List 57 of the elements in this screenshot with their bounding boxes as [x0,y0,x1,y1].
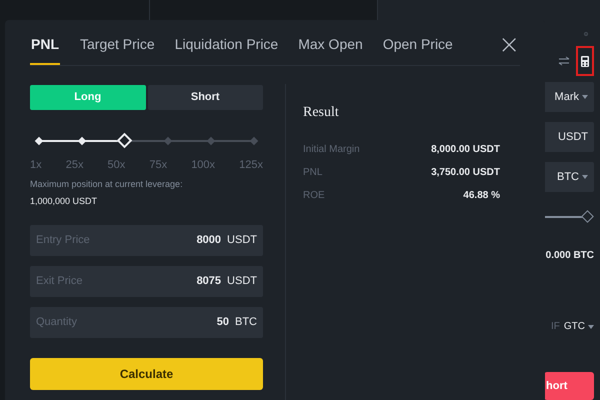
result-title: Result [303,104,340,122]
size-value: 0.000 BTC [546,249,594,263]
leverage-tick-label: 125x [239,158,263,173]
field-label: Quantity [36,314,78,330]
short-button[interactable]: hort [544,372,594,400]
leverage-tick-label: 1x [30,158,42,173]
leverage-tick-label: 100x [191,158,216,173]
input-field[interactable]: Quantity 50 BTC [30,306,263,338]
result-value: 8,000.00 USDT [431,143,500,157]
slider-step-icon [206,136,216,146]
field-value: 8000 [196,232,222,248]
result-value: 3,750.00 USDT [431,166,500,180]
tab[interactable]: Liquidation Price [174,24,278,65]
leverage-tick-label: 25x [66,158,84,173]
tab[interactable]: Target Price [80,24,155,65]
caret-icon [588,324,594,328]
field-label: Entry Price [36,232,91,248]
field-value: 8075 [196,274,222,289]
slider-step-icon [34,136,44,146]
input-field[interactable]: BTC [542,162,594,192]
leverage-tick-label: 50x [108,158,126,173]
unit-label: USDT [558,130,588,145]
slider-step-icon [164,136,172,146]
slider-step-icon [78,136,86,146]
tab[interactable]: PNL [30,24,60,65]
field-label: Exit Price [36,274,84,289]
input-field[interactable]: Entry Price 8000 USDT [30,224,263,256]
caret-icon [582,175,588,179]
result-value: 46.88 % [463,189,500,203]
calculator-icon [581,56,589,66]
leverage-tick-label: 75x [149,158,168,173]
side-tab[interactable]: Short [148,85,263,110]
result-label: Initial Margin [303,143,360,157]
field-unit: USDT [227,232,257,248]
input-field[interactable]: Mark [542,82,594,112]
calculate-button[interactable]: Calculate [30,358,263,390]
slider[interactable] [542,210,594,224]
dropdown-value: Mark [554,90,579,105]
field-unit: USDT [227,274,257,289]
caret-icon [582,95,588,99]
tab[interactable]: Open Price [382,24,453,65]
result-label: ROE [303,189,325,203]
close-button[interactable]: × [498,32,520,58]
tif-label: IF [551,320,560,334]
max-position-value: 1,000,000 USDT [30,195,98,208]
slider-step-icon [250,136,258,146]
input-field[interactable]: Exit Price 8075 USDT [30,266,263,296]
swap-arrows-icon[interactable] [558,56,570,66]
calculator-button[interactable] [576,46,594,76]
tab[interactable]: Max Open [298,24,363,65]
field-value: 50 [216,314,229,330]
max-position-label: Maximum position at current leverage: [30,178,184,191]
input-field[interactable]: USDT [542,122,594,152]
field-unit: BTC [235,314,257,330]
result-label: PNL [303,166,322,180]
dropdown-value: BTC [557,170,579,185]
tif-dropdown[interactable]: GTC [564,319,594,334]
